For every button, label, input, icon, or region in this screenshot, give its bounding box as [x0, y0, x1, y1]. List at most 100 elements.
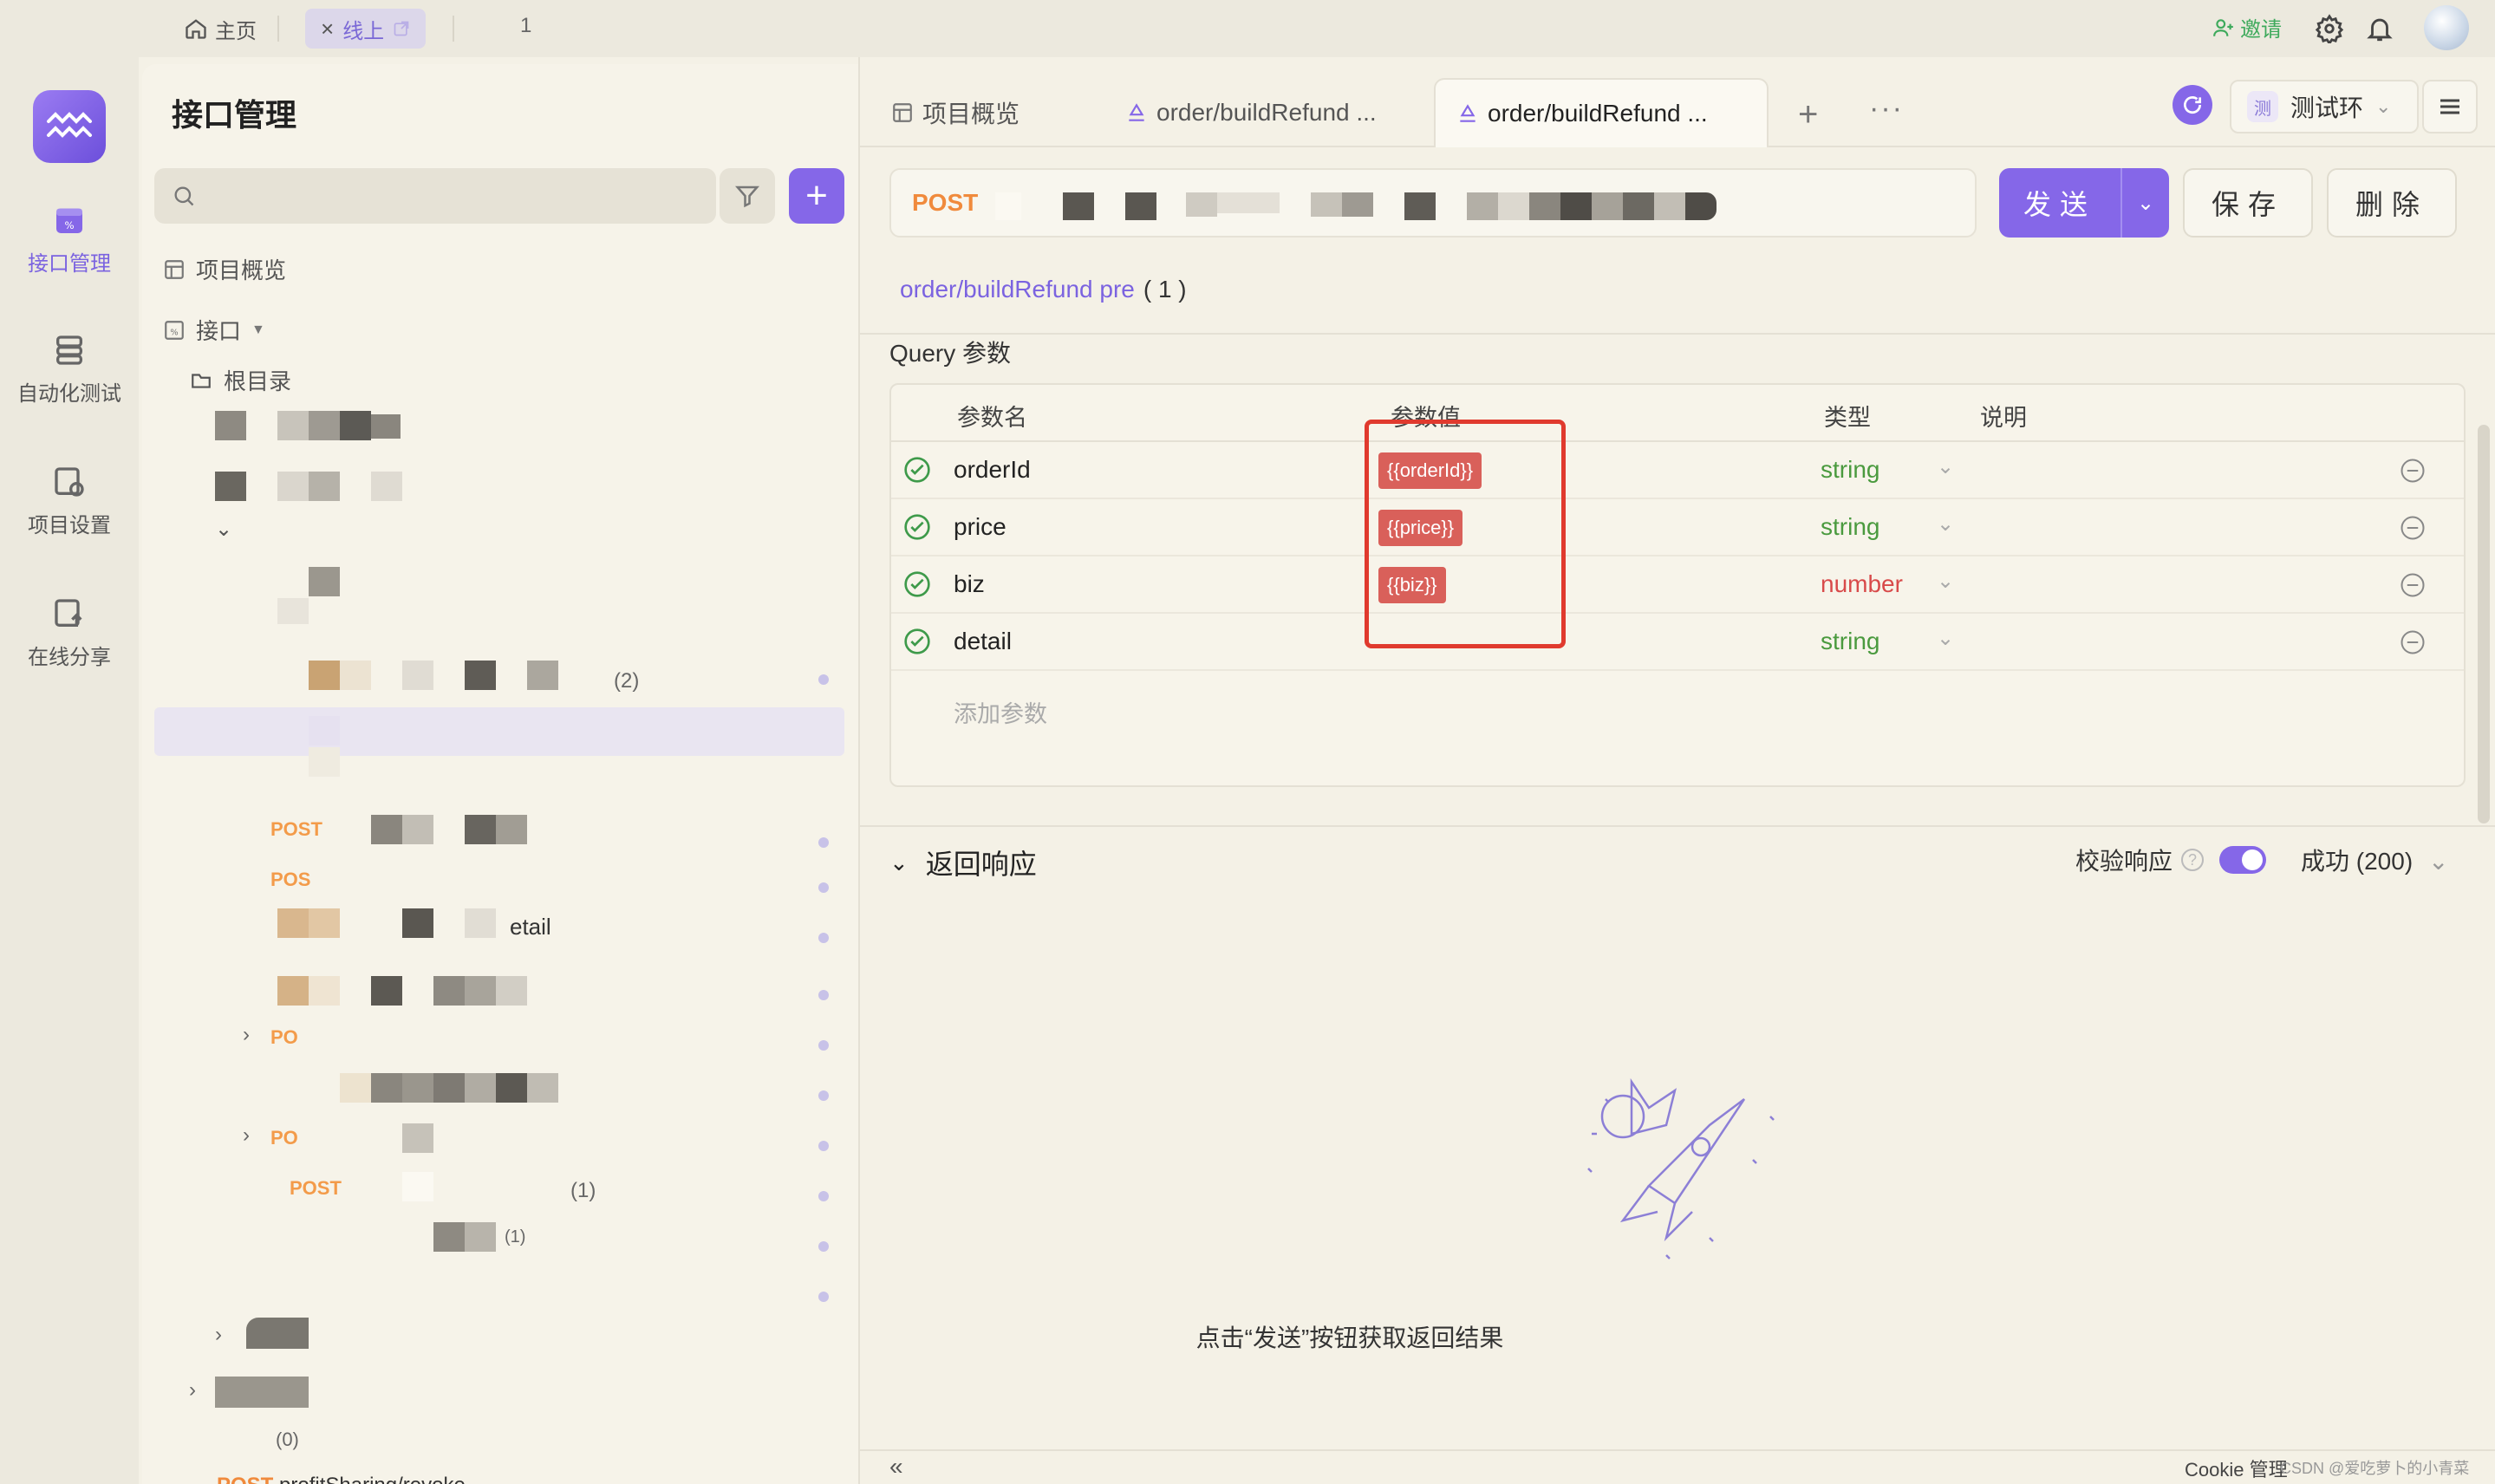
sidebar-item-api[interactable]: % 接口 ▼: [163, 314, 265, 346]
check-circle-icon[interactable]: [903, 513, 931, 541]
response-header[interactable]: ⌄ 返回响应: [889, 843, 1037, 882]
tree-item-label[interactable]: POST profitSharing/revoke: [217, 1474, 466, 1484]
chevron-down-icon[interactable]: ⌄: [1937, 626, 1954, 651]
api-folder-icon: %: [165, 320, 184, 340]
status-dot: [818, 1191, 829, 1201]
param-name[interactable]: detail: [954, 628, 1012, 655]
param-name[interactable]: biz: [954, 570, 985, 598]
online-tab[interactable]: × 线上: [305, 9, 427, 49]
api-name-link[interactable]: order/buildRefund pre: [900, 276, 1135, 303]
add-api-button[interactable]: +: [789, 168, 844, 224]
pixelated-item: [402, 661, 433, 690]
bell-icon[interactable]: [2365, 14, 2394, 43]
status-dot: [818, 990, 829, 1000]
chevron-down-icon[interactable]: ⌄: [2122, 191, 2169, 216]
param-name[interactable]: price: [954, 513, 1006, 541]
pixelated-item: [371, 414, 401, 439]
method-select[interactable]: POST: [912, 189, 978, 217]
gear-icon[interactable]: [2315, 14, 2344, 43]
param-type[interactable]: string: [1821, 628, 1879, 655]
rail-item-api-management[interactable]: % 接口管理: [0, 203, 139, 277]
pixelated-url: [1063, 192, 1094, 220]
new-tab-button[interactable]: +: [1798, 95, 1818, 134]
scrollbar[interactable]: [2478, 425, 2490, 823]
param-name[interactable]: orderId: [954, 456, 1031, 484]
cookie-manager-button[interactable]: Cookie 管理: [2185, 1455, 2288, 1482]
env-badge: 测: [2247, 91, 2278, 122]
menu-button[interactable]: [2422, 80, 2478, 133]
sync-button[interactable]: [2173, 85, 2212, 125]
tab-count[interactable]: 1: [520, 14, 531, 38]
tab-build-refund-1[interactable]: order/buildRefund ...: [1104, 78, 1397, 147]
search-input[interactable]: [154, 168, 716, 224]
filter-button[interactable]: [720, 168, 775, 224]
item-count: (2): [614, 669, 640, 693]
pixelated-item: [402, 1172, 433, 1201]
chevron-down-icon[interactable]: ⌄: [889, 849, 909, 876]
collapse-icon[interactable]: «: [889, 1453, 903, 1481]
pixelated-item: [496, 976, 527, 1006]
response-status-select[interactable]: 成功 (200) ⌄: [2301, 843, 2448, 877]
pixelated-item: [465, 1073, 496, 1103]
send-button[interactable]: 发送 ⌄: [1999, 168, 2169, 238]
chevron-right-icon[interactable]: ›: [189, 1378, 196, 1403]
url-input[interactable]: POST: [889, 168, 1977, 238]
selected-tree-row[interactable]: [154, 707, 844, 756]
pixelated-item: [465, 661, 496, 690]
sidebar-item-overview[interactable]: 项目概览: [163, 253, 286, 285]
chevron-down-icon[interactable]: ⌄: [1937, 454, 1954, 479]
check-circle-icon[interactable]: [903, 570, 931, 598]
status-dot: [818, 1241, 829, 1252]
param-type[interactable]: string: [1821, 456, 1879, 484]
tree-root-folder[interactable]: 根目录: [189, 364, 291, 396]
chevron-down-icon[interactable]: ⌄: [1937, 511, 1954, 537]
chevron-right-icon[interactable]: ›: [243, 1123, 250, 1148]
environment-select[interactable]: 测 测试环 ⌄: [2230, 80, 2419, 133]
caret-down-icon[interactable]: ▼: [251, 322, 265, 338]
pixelated-item: [215, 1377, 309, 1408]
chevron-down-icon[interactable]: ⌄: [1937, 569, 1954, 594]
more-tabs-button[interactable]: ···: [1869, 92, 1904, 126]
chevron-down-icon: ⌄: [2375, 95, 2392, 117]
remove-circle-icon[interactable]: [2400, 458, 2426, 484]
tab-overview[interactable]: 项目概览: [870, 78, 1040, 147]
chevron-right-icon[interactable]: ›: [215, 1323, 222, 1347]
remove-circle-icon[interactable]: [2400, 515, 2426, 541]
avatar[interactable]: [2424, 5, 2469, 50]
invite-button[interactable]: 邀请: [2212, 12, 2282, 42]
status-dot: [818, 1090, 829, 1101]
help-icon[interactable]: ?: [2181, 849, 2205, 871]
pixelated-item: [371, 472, 402, 501]
rail-item-automation[interactable]: 自动化测试: [0, 333, 139, 407]
delete-button[interactable]: 删除: [2327, 168, 2457, 238]
chevron-right-icon[interactable]: ›: [243, 1023, 250, 1047]
pixelated-url: [1311, 192, 1342, 217]
pixelated-url: [1186, 192, 1217, 217]
param-type[interactable]: string: [1821, 513, 1879, 541]
add-param-input[interactable]: 添加参数: [954, 695, 1047, 729]
external-link-icon[interactable]: [393, 20, 410, 37]
app-logo[interactable]: [33, 90, 106, 163]
status-dot: [818, 1292, 829, 1302]
param-type[interactable]: number: [1821, 570, 1903, 598]
rail-item-project-settings[interactable]: 项目设置: [0, 465, 139, 538]
chevron-down-icon[interactable]: ⌄: [215, 517, 232, 542]
tab-build-refund-2[interactable]: order/buildRefund ...: [1434, 78, 1769, 147]
svg-text:%: %: [64, 219, 74, 231]
check-circle-icon[interactable]: [903, 456, 931, 484]
home-tab[interactable]: 主页: [184, 12, 257, 45]
pixelated-item: [371, 1073, 402, 1103]
pixelated-item: [309, 976, 340, 1006]
verify-toggle[interactable]: [2219, 846, 2266, 874]
status-dot: [818, 674, 829, 685]
top-bar: 主页 × 线上 1 邀请: [0, 0, 2495, 57]
check-circle-icon[interactable]: [903, 628, 931, 655]
method-tag: PO: [270, 1026, 298, 1048]
close-icon[interactable]: ×: [321, 16, 334, 42]
endpoint-name: profitSharing/revoke: [279, 1474, 466, 1484]
remove-circle-icon[interactable]: [2400, 629, 2426, 655]
invite-label: 邀请: [2240, 18, 2282, 42]
rail-item-online-share[interactable]: 在线分享: [0, 596, 139, 670]
save-button[interactable]: 保存: [2183, 168, 2313, 238]
remove-circle-icon[interactable]: [2400, 572, 2426, 598]
